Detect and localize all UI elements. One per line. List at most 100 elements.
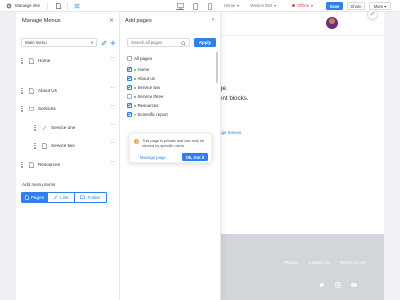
segment-folder[interactable]: Folder [75, 192, 107, 203]
more-options-icon[interactable]: ··· [111, 55, 116, 61]
manage-page-link[interactable]: Manage page [140, 155, 166, 160]
page-icon [25, 194, 29, 201]
page-selector-value: Home [224, 2, 236, 8]
device-switcher [176, 2, 214, 10]
footer-link-terms[interactable]: Terms of Use [340, 260, 366, 265]
checkbox[interactable] [127, 94, 132, 99]
public-dot [134, 77, 136, 80]
manage-menus-link[interactable]: age menus [219, 130, 241, 135]
footer-link-contact[interactable]: Contact Us [308, 260, 330, 265]
add-button[interactable]: Apply [194, 38, 216, 47]
page-row[interactable]: About us [127, 75, 155, 82]
private-page-tooltip: ! This page is private and can only be v… [129, 133, 212, 163]
public-dot [134, 95, 136, 98]
drag-handle-icon[interactable] [21, 161, 24, 168]
drag-handle-icon[interactable] [34, 142, 37, 149]
page-row[interactable]: Service two [127, 84, 160, 91]
more-button-label: More [373, 3, 384, 9]
edit-menu-icon[interactable] [100, 39, 107, 46]
public-dot [134, 104, 136, 107]
desktop-view-icon[interactable] [176, 2, 184, 10]
page-row[interactable]: Resources [127, 102, 159, 109]
chevron-left-icon[interactable]: ‹ [212, 17, 214, 23]
tooltip-message: This page is private and can only be vie… [142, 138, 205, 148]
menu-item-label: Resources [38, 162, 60, 167]
chevron-down-icon: ▾ [237, 2, 240, 8]
public-dot [134, 68, 136, 71]
avatar[interactable] [326, 17, 338, 29]
edit-button[interactable] [367, 9, 378, 20]
twitter-icon[interactable] [319, 282, 325, 288]
save-button[interactable]: Save [326, 2, 343, 10]
folder-icon [29, 106, 34, 112]
instagram-icon[interactable] [335, 282, 341, 288]
close-icon[interactable]: ✕ [109, 17, 114, 24]
checkbox[interactable] [127, 67, 132, 72]
menu-item[interactable]: About Us ··· [21, 85, 116, 95]
version-selector[interactable]: Version 004 ▾ [250, 3, 276, 8]
social-links [319, 282, 357, 288]
more-options-icon[interactable]: ··· [111, 159, 116, 165]
page-icon[interactable] [55, 2, 61, 9]
menu-item-label: Service one [51, 125, 76, 130]
page-row-label: About us [137, 76, 155, 81]
share-button[interactable]: Share [347, 2, 365, 10]
menu-select[interactable]: Main menu ▾ [21, 38, 97, 47]
page-row[interactable]: Service three [127, 93, 163, 100]
add-menu-icon[interactable] [109, 39, 116, 46]
footer-link-privacy[interactable]: Privacy [284, 260, 298, 265]
segment-link[interactable]: Link [48, 192, 75, 203]
status-label: Offline [297, 2, 310, 8]
drag-handle-icon[interactable] [21, 57, 24, 64]
menu-item[interactable]: Home ··· [21, 55, 116, 65]
left-rail [0, 12, 16, 300]
checkbox[interactable] [127, 56, 132, 61]
footer-links: Privacy Contact Us Terms of Use [284, 260, 366, 265]
menu-item-label: Service two [51, 143, 75, 148]
menu-item[interactable]: Service two ··· [34, 140, 116, 150]
top-bar: Manage site Home ▾ Version 004 ▾ Offline… [0, 0, 400, 12]
checkbox[interactable] [127, 76, 132, 81]
all-pages-row[interactable]: All pages [127, 55, 152, 62]
more-options-icon[interactable]: ··· [111, 122, 116, 128]
menu-list-icon[interactable] [74, 3, 80, 9]
link-icon [53, 195, 58, 201]
more-options-icon[interactable]: ··· [111, 103, 116, 109]
menu-item-label: Services [38, 106, 56, 111]
version-selector-value: Version 004 [250, 2, 273, 8]
drag-handle-icon[interactable] [21, 87, 24, 94]
more-options-icon[interactable]: ··· [111, 140, 116, 146]
page-selector[interactable]: Home ▾ [224, 3, 239, 8]
page-row[interactable]: Home [127, 66, 149, 73]
status-badge[interactable]: Offline ▾ [292, 3, 313, 8]
chevron-down-icon: ▾ [274, 2, 277, 8]
youtube-icon[interactable] [351, 282, 357, 288]
segment-pages[interactable]: Pages [21, 192, 48, 203]
checkbox[interactable] [127, 103, 132, 108]
menu-item[interactable]: Services ··· [21, 103, 116, 113]
drag-handle-icon[interactable] [34, 124, 37, 131]
status-dot [292, 3, 295, 7]
checkbox[interactable] [127, 112, 132, 117]
manage-menus-panel: Manage Menus ✕ Main menu ▾ Home ··· Abou… [16, 12, 120, 300]
scrollbar[interactable] [216, 52, 218, 83]
panel-title: Manage Menus [22, 18, 61, 24]
divider [67, 1, 69, 10]
manage-site-label[interactable]: Manage site [15, 3, 40, 8]
gear-icon[interactable] [6, 3, 12, 9]
search-input[interactable] [131, 40, 183, 45]
tablet-view-icon[interactable] [191, 2, 199, 10]
drag-handle-icon[interactable] [21, 105, 24, 112]
folder-icon [80, 195, 86, 200]
mobile-view-icon[interactable] [206, 2, 214, 10]
menu-item[interactable]: Service one ··· [34, 122, 116, 132]
page-row[interactable]: Scientific report [127, 111, 168, 118]
ok-got-it-button[interactable]: Ok, Got it [182, 153, 208, 161]
search-field[interactable] [127, 38, 190, 47]
more-options-icon[interactable]: ··· [111, 85, 116, 91]
public-dot [134, 86, 136, 89]
page-icon [29, 161, 34, 168]
page-row-label: Service two [137, 85, 161, 90]
checkbox[interactable] [127, 85, 132, 90]
menu-item[interactable]: Resources ··· [21, 159, 116, 169]
